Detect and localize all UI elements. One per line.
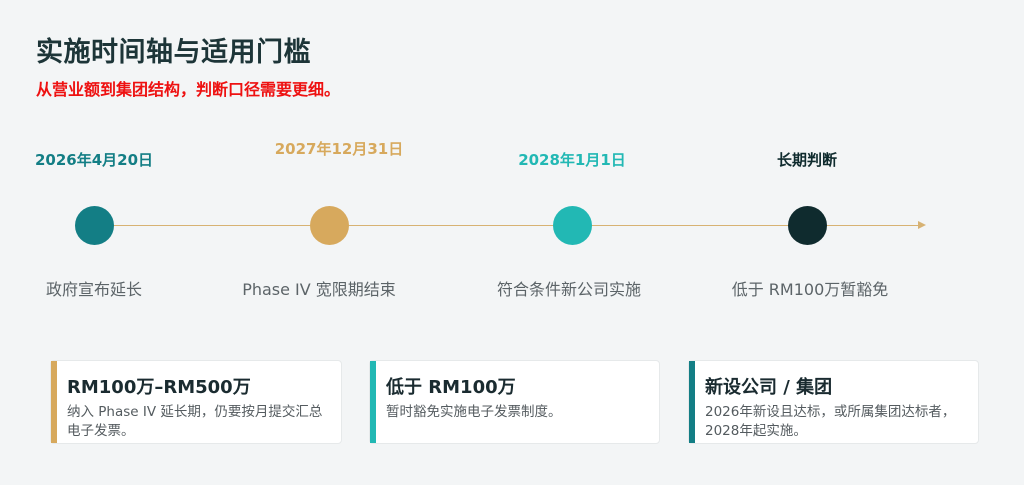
milestone-4-dot: [788, 206, 827, 245]
milestone-2-dot: [310, 206, 349, 245]
card-3-title: 新设公司 / 集团: [705, 377, 833, 398]
card-1-accent-bar: [51, 361, 57, 443]
page-subtitle: 从营业额到集团结构，判断口径需要更细。: [36, 80, 341, 99]
page-title: 实施时间轴与适用门槛: [36, 37, 311, 68]
milestone-4-label: 低于 RM100万暂豁免: [731, 280, 889, 299]
timeline-arrow-icon: [918, 221, 926, 229]
card-2-accent-bar: [370, 361, 376, 443]
card-3-accent-bar: [689, 361, 695, 443]
milestone-1-label: 政府宣布延长: [45, 280, 142, 299]
milestone-1-dot: [75, 206, 114, 245]
card-mid-tier: RM100万–RM500万 纳入 Phase IV 延长期，仍要按月提交汇总电子…: [50, 360, 342, 444]
card-2-title: 低于 RM100万: [386, 377, 516, 398]
milestone-2-date: 2027年12月31日: [274, 140, 404, 158]
milestone-3-date: 2028年1月1日: [518, 151, 626, 169]
card-1-desc: 纳入 Phase IV 延长期，仍要按月提交汇总电子发票。: [67, 404, 323, 439]
milestone-2-label: Phase IV 宽限期结束: [242, 280, 396, 299]
milestone-3-label: 符合条件新公司实施: [496, 280, 641, 299]
card-3-desc: 2026年新设且达标，或所属集团达标者，2028年起实施。: [705, 404, 956, 439]
card-low-tier: 低于 RM100万 暂时豁免实施电子发票制度。: [369, 360, 660, 444]
milestone-4-date: 长期判断: [776, 151, 837, 169]
card-new-company: 新设公司 / 集团 2026年新设且达标，或所属集团达标者，2028年起实施。: [688, 360, 979, 444]
milestone-3-dot: [553, 206, 592, 245]
card-1-title: RM100万–RM500万: [67, 377, 251, 398]
milestone-1-date: 2026年4月20日: [34, 151, 154, 169]
card-2-desc: 暂时豁免实施电子发票制度。: [386, 404, 562, 420]
